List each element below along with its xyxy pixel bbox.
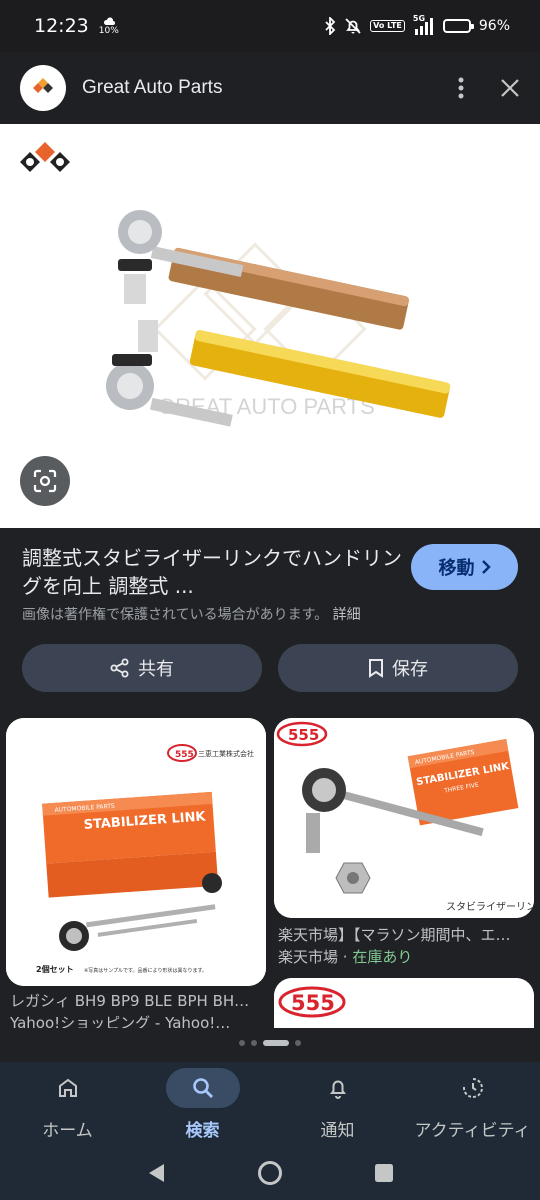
more-vert-icon[interactable] bbox=[458, 77, 464, 99]
nav-label: 検索 bbox=[185, 1121, 220, 1141]
details-link[interactable]: 詳細 bbox=[333, 607, 361, 623]
copyright-notice: 画像は著作権で保護されている場合があります。 詳細 bbox=[22, 604, 361, 624]
stabilizer-link-photo: GREAT AUTO PARTS bbox=[20, 142, 451, 427]
battery-percent: 96% bbox=[478, 18, 510, 34]
caption-separator: · bbox=[338, 948, 353, 966]
card-caption-source-row[interactable]: 楽天市場 · 在庫あり bbox=[278, 946, 534, 968]
back-icon[interactable] bbox=[146, 1162, 166, 1184]
related-image: 555 三恵工業株式会社 AUTOMOBILE PARTS STABILIZER… bbox=[6, 718, 266, 986]
nav-label: 通知 bbox=[320, 1121, 355, 1141]
related-card[interactable]: 555 AUTOMOBILE PARTS STABILIZER LINK THR… bbox=[274, 718, 534, 918]
share-label: 共有 bbox=[138, 659, 174, 680]
search-icon bbox=[192, 1078, 213, 1098]
brand-555-logo: 555 bbox=[291, 991, 335, 1015]
activity-icon bbox=[462, 1078, 483, 1098]
card-caption-title[interactable]: レガシィ BH9 BP9 BLE BPH BH… bbox=[10, 990, 266, 1012]
volte-badge: Vo LTE bbox=[370, 20, 405, 32]
great-auto-parts-logo-icon bbox=[33, 78, 53, 93]
main-product-image[interactable]: GREAT AUTO PARTS bbox=[0, 124, 540, 528]
save-button[interactable]: 保存 bbox=[278, 644, 518, 692]
status-time: 12:23 bbox=[34, 15, 89, 37]
weather-pct: 10% bbox=[98, 25, 119, 36]
maker-name: 三恵工業株式会社 bbox=[198, 749, 254, 758]
result-header: Great Auto Parts bbox=[0, 52, 540, 124]
share-button[interactable]: 共有 bbox=[22, 644, 262, 692]
nav-search[interactable]: 検索 bbox=[135, 1062, 270, 1146]
image-label: スタビライザーリンク bbox=[446, 901, 534, 913]
share-icon bbox=[110, 658, 129, 678]
pager-dot bbox=[295, 1040, 301, 1046]
card-caption-source: 楽天市場 bbox=[278, 948, 339, 966]
home-icon bbox=[58, 1078, 77, 1097]
pager-dot-active bbox=[263, 1040, 289, 1046]
visit-label: 移動 bbox=[438, 558, 475, 579]
battery-icon bbox=[442, 19, 474, 33]
bell-muted-icon bbox=[345, 18, 361, 34]
set-text: 2個セット bbox=[36, 964, 74, 974]
nav-label: ホーム bbox=[42, 1121, 93, 1141]
card-caption-title[interactable]: 楽天市場】【マラソン期間中、エ… bbox=[278, 924, 534, 946]
related-image: 555 AUTOMOBILE PARTS STABILIZER LINK THR… bbox=[274, 718, 534, 918]
result-info: 調整式スタビライザーリンクでハンドリングを向上 調整式 ... 移動 画像は著作… bbox=[0, 528, 540, 632]
card-caption-source[interactable]: Yahoo!ショッピング - Yahoo!… bbox=[10, 1012, 266, 1028]
copyright-text: 画像は著作権で保護されている場合があります。 bbox=[22, 607, 329, 623]
save-label: 保存 bbox=[392, 659, 428, 680]
site-name[interactable]: Great Auto Parts bbox=[82, 77, 222, 99]
close-icon[interactable] bbox=[500, 78, 520, 98]
nav-label: アクティビティ bbox=[414, 1121, 531, 1141]
site-logo[interactable] bbox=[20, 65, 66, 111]
pager-dot bbox=[239, 1040, 245, 1046]
signal-indicator: 5G bbox=[412, 14, 435, 35]
recents-icon[interactable] bbox=[374, 1163, 394, 1183]
bottom-navigation: ホーム 検索 通知 アクティビティ bbox=[0, 1062, 540, 1146]
system-navigation-bar bbox=[0, 1146, 540, 1200]
svg-text:555: 555 bbox=[288, 726, 319, 744]
lens-search-button[interactable] bbox=[20, 456, 70, 506]
site-corner-logo-icon bbox=[20, 142, 70, 172]
network-type: 5G bbox=[412, 14, 426, 23]
note-text: ※写真はサンプルです。品番により形状は異なります。 bbox=[84, 967, 207, 974]
cloud-icon bbox=[103, 16, 115, 25]
lens-icon bbox=[33, 469, 57, 493]
home-button-icon[interactable] bbox=[257, 1160, 283, 1186]
svg-text:555: 555 bbox=[175, 750, 194, 760]
related-image: 555 bbox=[274, 978, 534, 1028]
status-bar: 12:23 10% Vo LTE 5G 96% bbox=[0, 0, 540, 52]
related-images-grid: 555 三恵工業株式会社 AUTOMOBILE PARTS STABILIZER… bbox=[0, 718, 540, 1028]
weather-indicator: 10% bbox=[98, 16, 119, 36]
related-card[interactable]: 555 三恵工業株式会社 AUTOMOBILE PARTS STABILIZER… bbox=[6, 718, 266, 986]
visit-button[interactable]: 移動 bbox=[411, 544, 518, 590]
nav-home[interactable]: ホーム bbox=[0, 1062, 135, 1146]
nav-notifications[interactable]: 通知 bbox=[270, 1062, 405, 1146]
brand-555-logo: 555 bbox=[167, 744, 197, 762]
chevron-right-icon bbox=[481, 560, 491, 574]
bell-icon bbox=[329, 1080, 346, 1099]
pager-dots bbox=[0, 1040, 540, 1046]
brand-555-logo: 555 bbox=[276, 721, 328, 747]
bluetooth-icon bbox=[325, 17, 336, 35]
action-row: 共有 保存 bbox=[22, 644, 518, 692]
related-card[interactable]: 555 bbox=[274, 978, 534, 1028]
bookmark-icon bbox=[369, 659, 383, 678]
result-title[interactable]: 調整式スタビライザーリンクでハンドリングを向上 調整式 ... bbox=[22, 544, 402, 600]
nav-activity[interactable]: アクティビティ bbox=[405, 1062, 540, 1146]
pager-dot bbox=[251, 1040, 257, 1046]
stock-status: 在庫あり bbox=[352, 948, 413, 966]
